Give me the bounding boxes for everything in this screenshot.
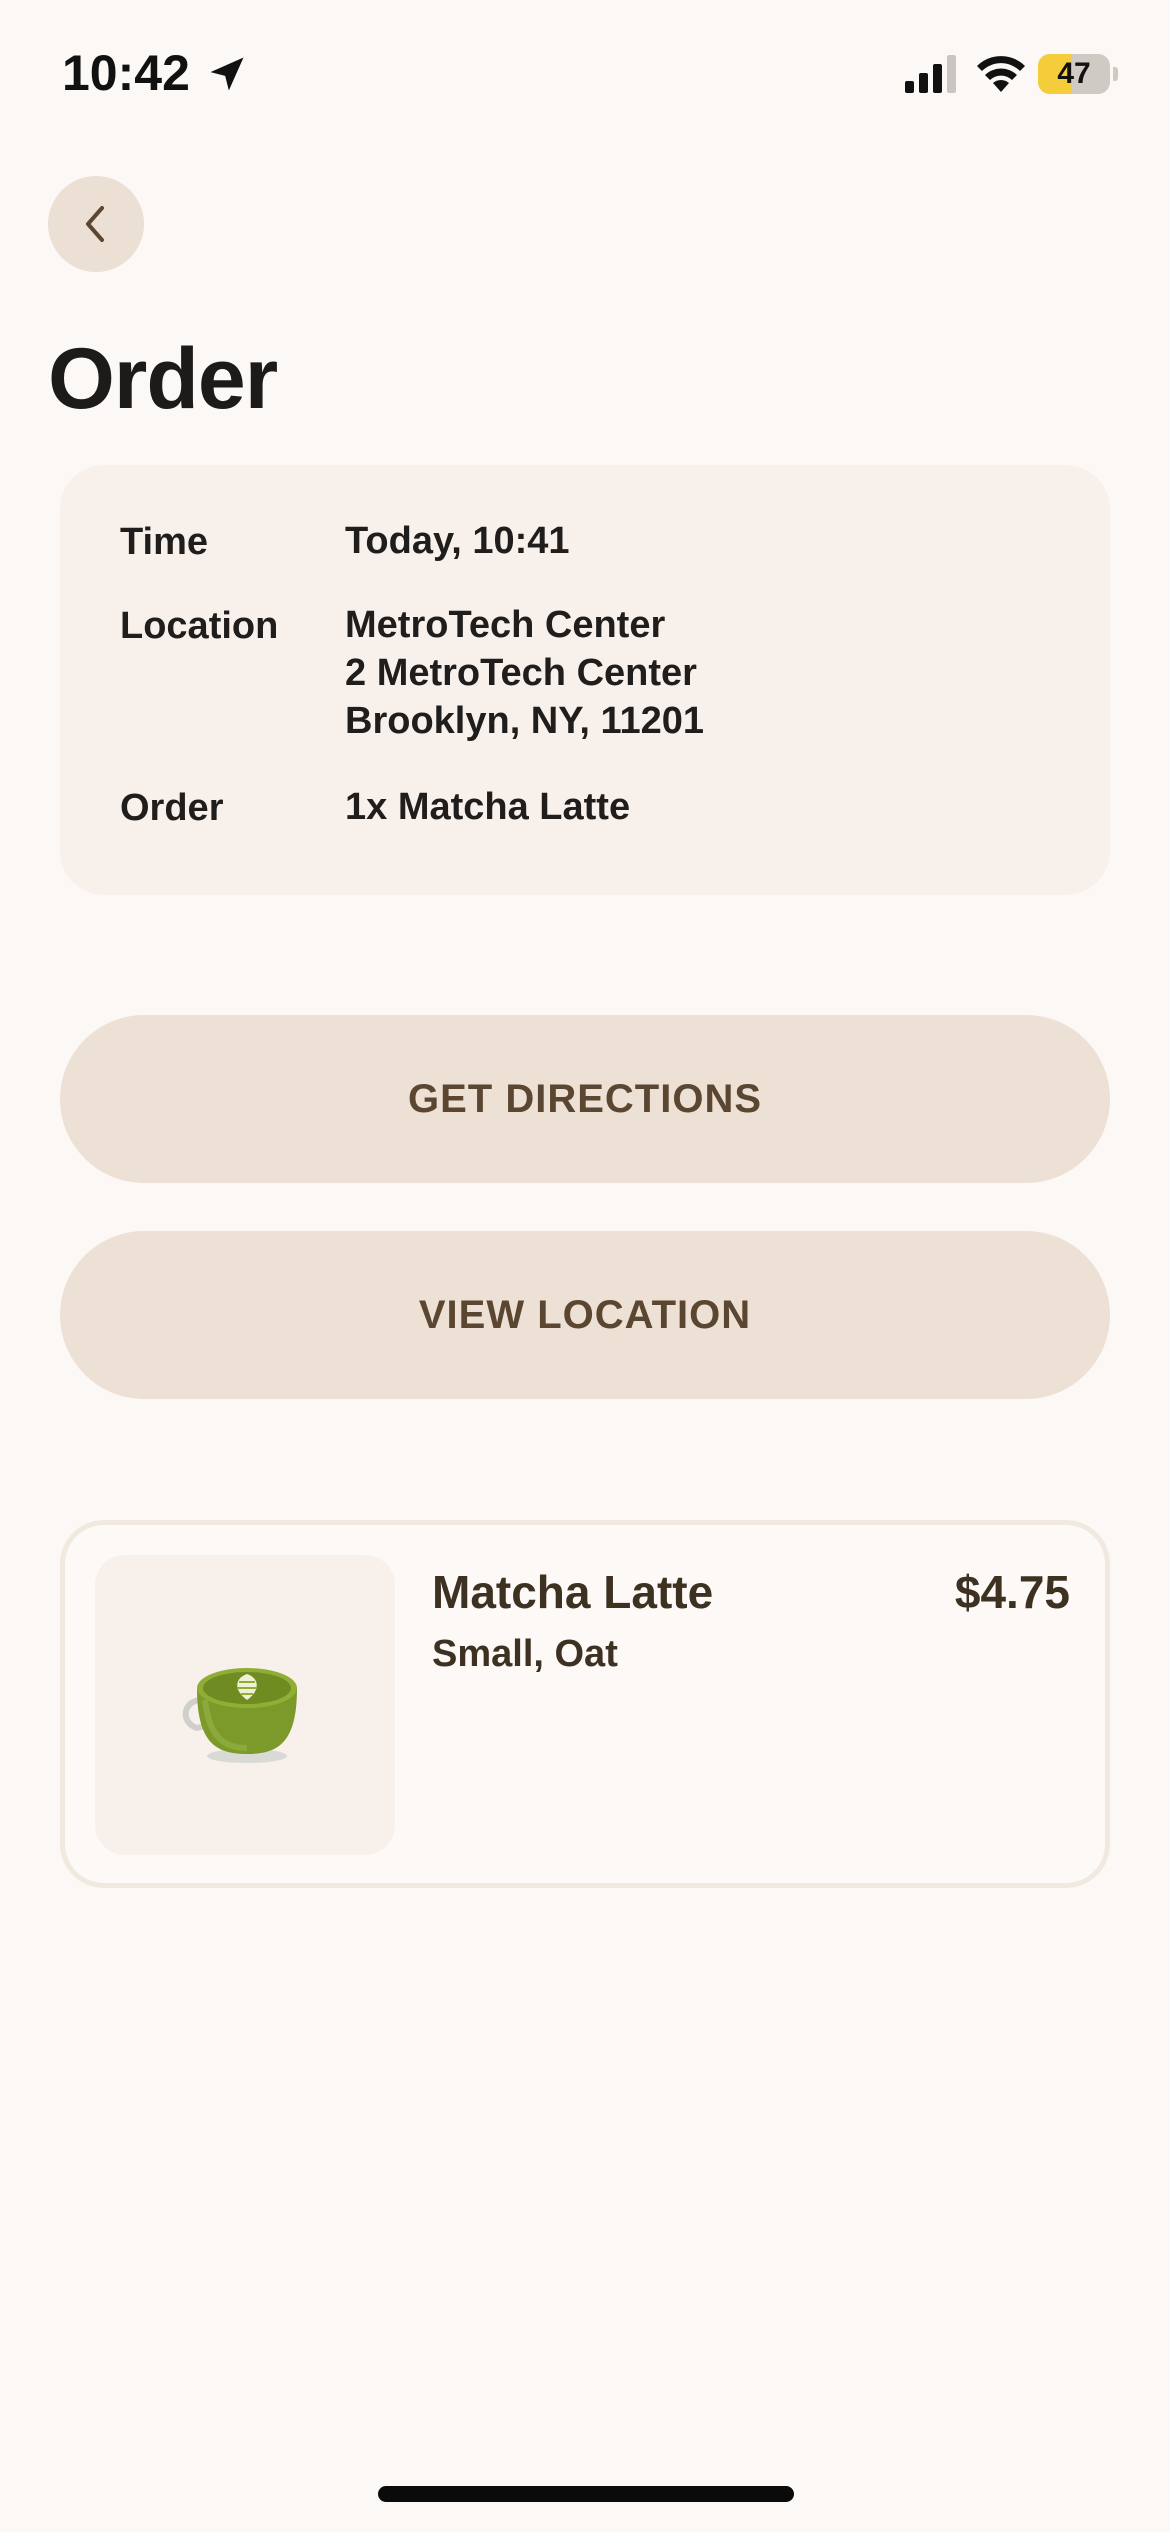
item-name: Matcha Latte [432, 1566, 714, 1618]
home-indicator[interactable] [378, 2486, 794, 2502]
chevron-left-icon [86, 206, 104, 242]
order-screen: 10:42 47 Order Time Today, 10:41 Locatio… [0, 0, 1170, 2532]
cellular-signal-icon [905, 55, 956, 93]
item-price: $4.75 [954, 1566, 1070, 1618]
location-label: Location [120, 605, 279, 647]
battery-level: 47 [1057, 57, 1091, 90]
page-title: Order [48, 331, 278, 427]
wifi-icon [977, 56, 1025, 92]
matcha-latte-cup-icon [182, 1668, 297, 1763]
get-directions-button[interactable]: GET DIRECTIONS [60, 1015, 1110, 1183]
location-value: MetroTech Center 2 MetroTech Center Broo… [345, 601, 704, 745]
time-label: Time [120, 521, 209, 563]
order-details-card: Time Today, 10:41 Location MetroTech Cen… [60, 465, 1110, 895]
back-button[interactable] [48, 176, 144, 272]
battery-nub [1113, 67, 1118, 81]
location-arrow-icon [210, 57, 244, 91]
order-item-card[interactable]: Matcha Latte Small, Oat $4.75 [60, 1520, 1110, 1888]
location-line-city: Brooklyn, NY, 11201 [345, 700, 705, 742]
item-image [95, 1555, 395, 1855]
status-bar: 10:42 47 [0, 0, 1170, 150]
order-label: Order [120, 787, 224, 829]
location-line-street: 2 MetroTech Center [345, 652, 697, 694]
time-value: Today, 10:41 [345, 520, 570, 562]
battery-icon: 47 [1038, 54, 1118, 94]
battery-body: 47 [1038, 54, 1110, 94]
order-value: 1x Matcha Latte [345, 786, 631, 828]
status-time: 10:42 [62, 45, 190, 101]
view-location-button[interactable]: VIEW LOCATION [60, 1231, 1110, 1399]
item-options: Small, Oat [432, 1633, 618, 1675]
location-line-name: MetroTech Center [345, 604, 666, 646]
